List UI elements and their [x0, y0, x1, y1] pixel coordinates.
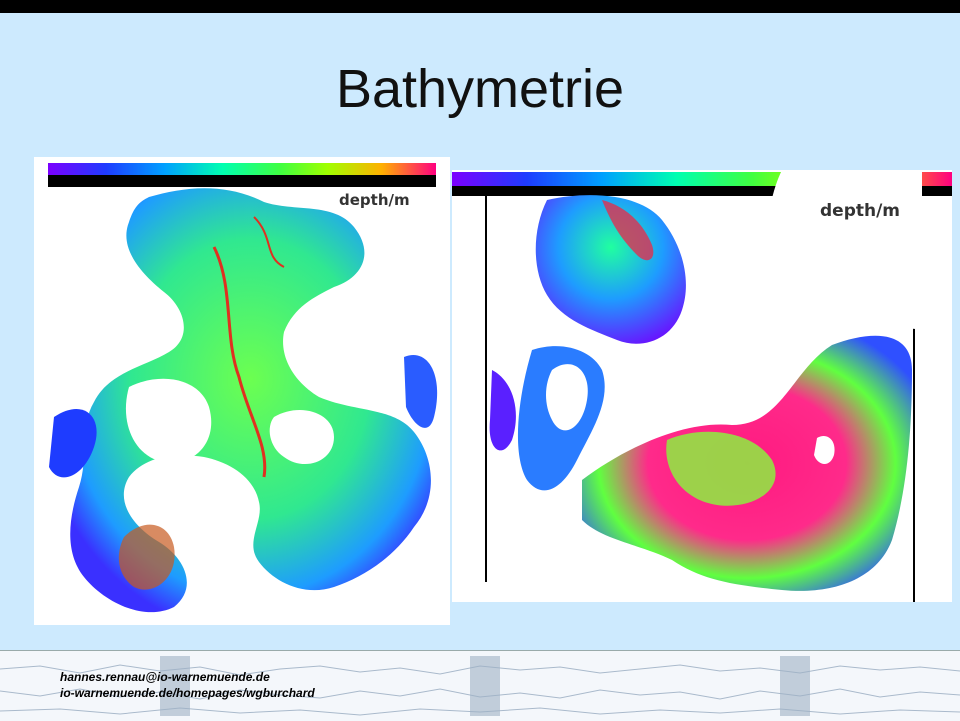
colorbar-left-tick-20: 20	[230, 177, 240, 187]
colorbar-left-tick-15: 15	[183, 177, 193, 187]
colorbar-right-tick-40: 40	[725, 187, 735, 197]
bathymetry-map-right-graphic: 10203040506070 depth/m	[452, 170, 952, 602]
bathymetry-map-right: 10203040506070 depth/m	[452, 170, 952, 602]
sea-patch-left-2	[404, 355, 438, 428]
colorbar-left	[48, 163, 436, 175]
depth-label-right: depth/m	[820, 201, 900, 221]
bathymetry-map-left: 5 10 15 20 25 30 35 40 depth/m	[34, 157, 450, 625]
colorbar-left-tick-30: 30	[323, 177, 333, 187]
slide-title: Bathymetrie	[335, 59, 625, 119]
island-right-bornholm	[814, 435, 835, 465]
colorbar-right-tick-10: 10	[524, 187, 534, 197]
colorbar-right-tick-30: 30	[658, 187, 668, 197]
depth-label-left: depth/m	[339, 191, 410, 209]
colorbar-left-tick-35: 35	[370, 177, 380, 187]
footer-contact: hannes.rennau@io-warnemuende.de io-warne…	[60, 669, 315, 701]
island-right-zealand	[607, 366, 658, 428]
footer-email[interactable]: hannes.rennau@io-warnemuende.de	[60, 669, 315, 685]
bathymetry-map-left-graphic: 5 10 15 20 25 30 35 40 depth/m	[48, 163, 438, 613]
colorbar-left-tick-40: 40	[417, 177, 427, 187]
land-right-sweden	[766, 170, 922, 336]
colorbar-left-tick-10: 10	[136, 177, 146, 187]
colorbar-right-tick-70: 70	[927, 187, 937, 197]
colorbar-left-tick-25: 25	[277, 177, 287, 187]
footer-url[interactable]: io-warnemuende.de/homepages/wgburchard	[60, 685, 315, 701]
top-bar	[0, 0, 960, 13]
colorbar-left-tick-5: 5	[92, 177, 97, 187]
